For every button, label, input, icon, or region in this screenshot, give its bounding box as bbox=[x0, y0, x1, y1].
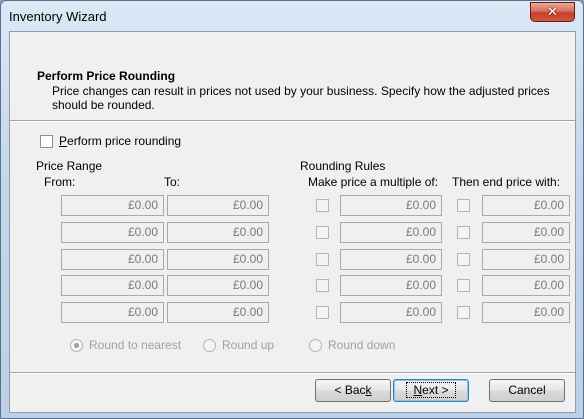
perform-rounding-label[interactable]: Perform price rounding bbox=[59, 134, 181, 148]
price-range-label: Price Range bbox=[36, 159, 103, 173]
cancel-button[interactable]: Cancel bbox=[489, 379, 565, 402]
from-field[interactable]: £0.00 bbox=[61, 249, 164, 270]
round-nearest-radio[interactable] bbox=[70, 339, 83, 352]
perform-rounding-checkbox[interactable] bbox=[40, 135, 53, 148]
round-up-label[interactable]: Round up bbox=[222, 338, 274, 352]
accel-key: k bbox=[365, 383, 372, 397]
to-field[interactable]: £0.00 bbox=[167, 302, 269, 323]
to-field[interactable]: £0.00 bbox=[167, 222, 269, 243]
to-label: To: bbox=[164, 175, 181, 189]
wizard-window: Inventory Wizard ✕ Perform Price Roundin… bbox=[0, 0, 584, 419]
from-field[interactable]: £0.00 bbox=[61, 195, 164, 216]
end-price-checkbox[interactable] bbox=[457, 253, 470, 266]
from-field[interactable]: £0.00 bbox=[61, 302, 164, 323]
to-field[interactable]: £0.00 bbox=[167, 195, 269, 216]
label-rest: erform price rounding bbox=[67, 134, 182, 148]
end-price-field[interactable]: £0.00 bbox=[482, 275, 570, 296]
to-field[interactable]: £0.00 bbox=[167, 275, 269, 296]
back-button[interactable]: < Back bbox=[315, 379, 391, 402]
round-down-radio[interactable] bbox=[309, 339, 322, 352]
end-price-checkbox[interactable] bbox=[457, 199, 470, 212]
accel-key: P bbox=[59, 134, 68, 148]
multiple-label: Make price a multiple of: bbox=[308, 175, 439, 189]
page-description: Price changes can result in prices not u… bbox=[52, 84, 550, 112]
end-price-field[interactable]: £0.00 bbox=[482, 195, 570, 216]
multiple-field[interactable]: £0.00 bbox=[340, 222, 442, 243]
window-title: Inventory Wizard bbox=[9, 9, 107, 24]
next-focus-rect: Next > bbox=[406, 382, 456, 398]
end-price-checkbox[interactable] bbox=[457, 226, 470, 239]
multiple-field[interactable]: £0.00 bbox=[340, 275, 442, 296]
multiple-checkbox[interactable] bbox=[316, 226, 329, 239]
back-label: < Bac bbox=[334, 383, 366, 397]
page-title: Perform Price Rounding bbox=[37, 69, 176, 83]
next-label: ext > bbox=[422, 383, 449, 397]
accel-key: N bbox=[413, 383, 423, 397]
multiple-checkbox[interactable] bbox=[316, 253, 329, 266]
end-price-field[interactable]: £0.00 bbox=[482, 222, 570, 243]
multiple-checkbox[interactable] bbox=[316, 199, 329, 212]
multiple-field[interactable]: £0.00 bbox=[340, 302, 442, 323]
round-up-radio[interactable] bbox=[203, 339, 216, 352]
multiple-checkbox[interactable] bbox=[316, 279, 329, 292]
wizard-client-area: Perform Price Rounding Price changes can… bbox=[9, 31, 576, 413]
multiple-checkbox[interactable] bbox=[316, 306, 329, 319]
next-button[interactable]: Next > bbox=[393, 379, 469, 402]
from-field[interactable]: £0.00 bbox=[61, 275, 164, 296]
from-field[interactable]: £0.00 bbox=[61, 222, 164, 243]
header-divider bbox=[10, 120, 575, 122]
end-price-field[interactable]: £0.00 bbox=[482, 302, 570, 323]
end-price-checkbox[interactable] bbox=[457, 306, 470, 319]
title-bar[interactable]: Inventory Wizard ✕ bbox=[1, 1, 583, 31]
rounding-rules-label: Rounding Rules bbox=[300, 159, 386, 173]
from-label: From: bbox=[44, 175, 76, 189]
wizard-header: Perform Price Rounding Price changes can… bbox=[10, 32, 575, 120]
multiple-field[interactable]: £0.00 bbox=[340, 195, 442, 216]
footer-divider bbox=[10, 372, 575, 374]
close-icon: ✕ bbox=[547, 4, 558, 19]
to-field[interactable]: £0.00 bbox=[167, 249, 269, 270]
end-price-field[interactable]: £0.00 bbox=[482, 249, 570, 270]
close-button[interactable]: ✕ bbox=[530, 2, 575, 22]
round-down-label[interactable]: Round down bbox=[328, 338, 395, 352]
round-nearest-label[interactable]: Round to nearest bbox=[89, 338, 181, 352]
multiple-field[interactable]: £0.00 bbox=[340, 249, 442, 270]
end-price-label: Then end price with: bbox=[452, 175, 561, 189]
end-price-checkbox[interactable] bbox=[457, 279, 470, 292]
